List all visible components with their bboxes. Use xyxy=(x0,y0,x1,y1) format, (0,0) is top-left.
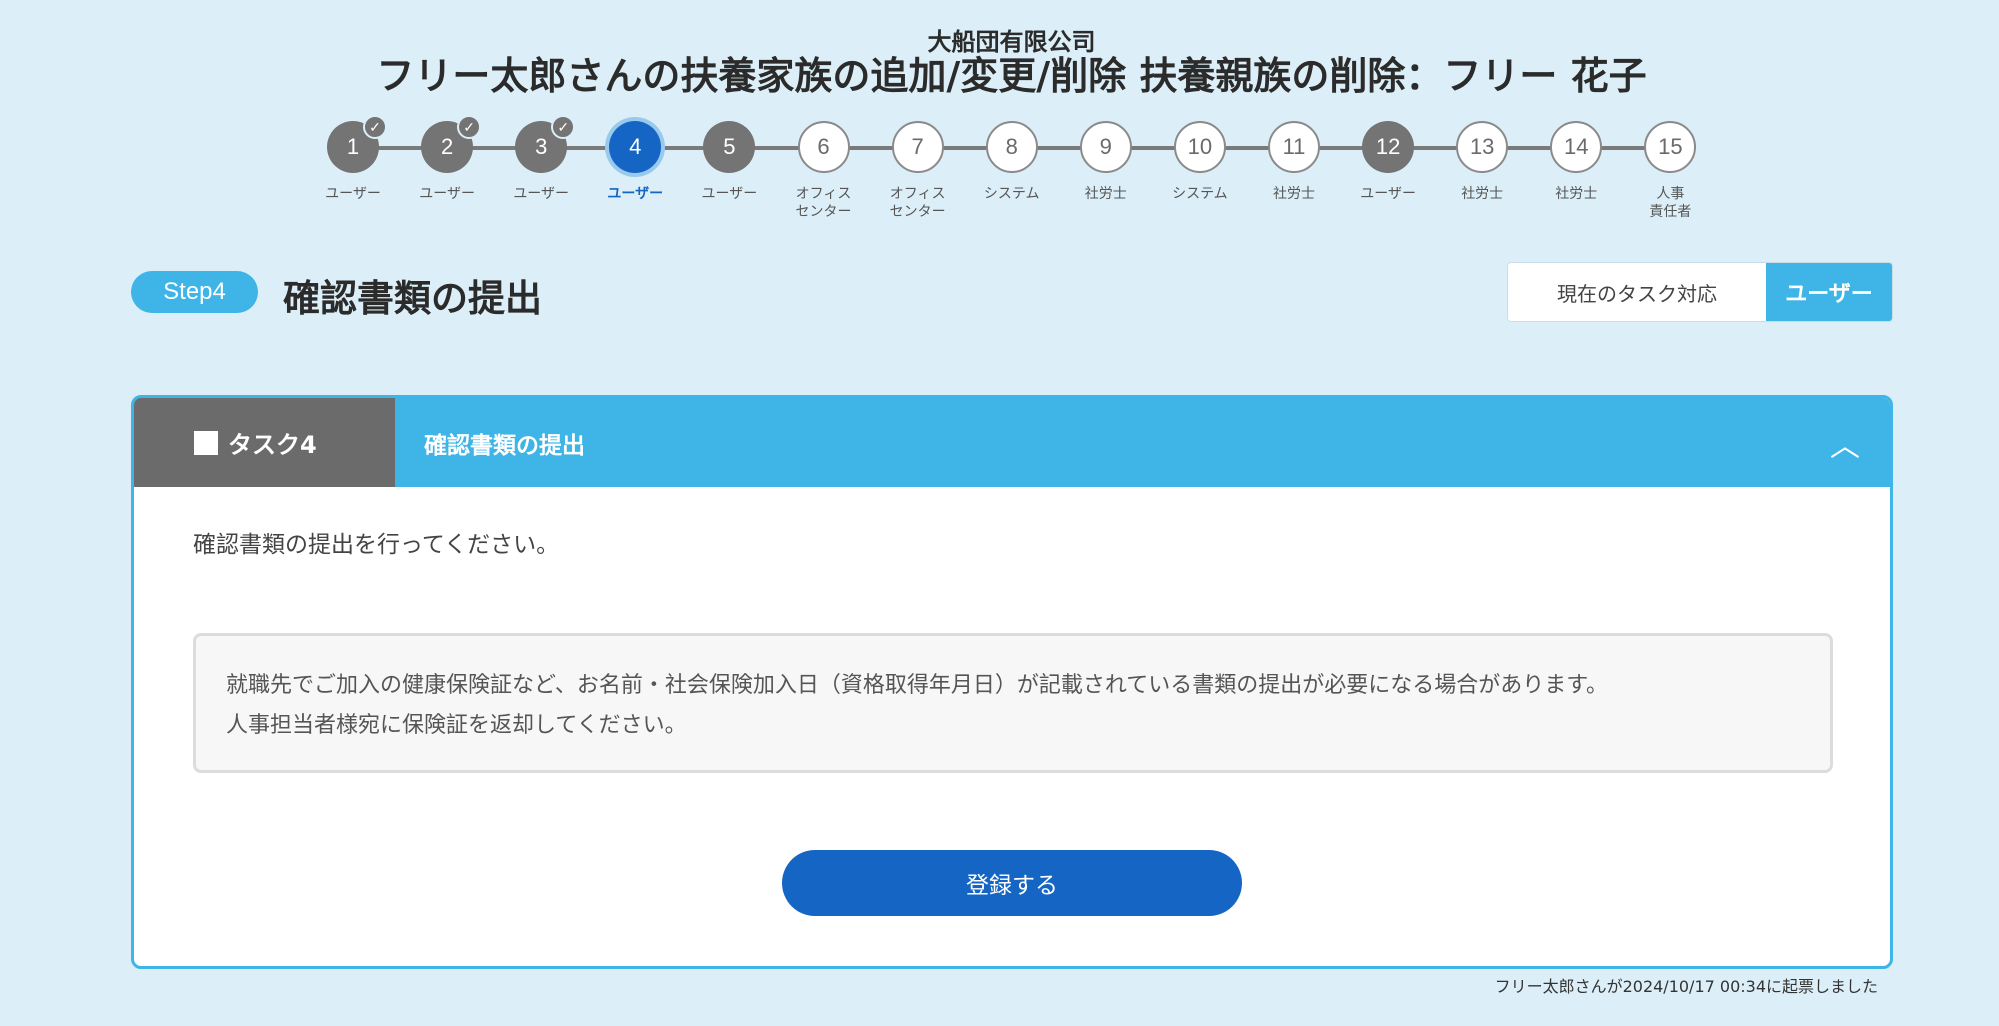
step-number: 13 xyxy=(1469,134,1495,159)
step-12: 12 ユーザー xyxy=(1338,121,1438,203)
task-card: タスク4 確認書類の提出 ︿ 確認書類の提出を行ってください。 就職先でご加入の… xyxy=(131,395,1893,969)
step-2: 2 ✓ ユーザー xyxy=(397,115,497,203)
step-label: ユーザー xyxy=(701,186,758,202)
step-5: 5 ユーザー xyxy=(679,121,779,203)
step-9: 9 社労士 xyxy=(1056,121,1156,203)
page-title: フリー太郎さんの扶養家族の追加/変更/削除 扶養親族の削除：フリー 花子 xyxy=(376,54,1647,98)
step-circle: 12 xyxy=(1362,121,1415,173)
step-circle: 11 xyxy=(1268,121,1320,173)
step-number: 2 xyxy=(440,134,454,159)
step-circle: 9 xyxy=(1079,121,1132,173)
step-number: 3 xyxy=(535,134,548,159)
step-number: 14 xyxy=(1564,134,1589,159)
checkmark-icon: ✓ xyxy=(363,115,387,139)
step-1: 1 ✓ ユーザー xyxy=(303,115,403,203)
checkmark-icon: ✓ xyxy=(551,115,576,139)
step-14: 14 社労士 xyxy=(1526,121,1626,203)
current-task-owner-value: ユーザー xyxy=(1766,263,1892,321)
step-circle: 8 xyxy=(985,121,1038,173)
step-circle: 3 ✓ xyxy=(515,115,576,173)
step-badge: Step4 xyxy=(131,271,258,313)
step-8: 8 システム xyxy=(962,121,1062,203)
checkmark-icon: ✓ xyxy=(457,115,482,139)
task-tag: タスク4 xyxy=(134,398,395,487)
step-6: 6 オフィス センター xyxy=(774,121,874,221)
step-label: ユーザー xyxy=(419,186,475,202)
note-line: 人事担当者様宛に保険証を返却してください。 xyxy=(226,713,687,738)
current-task-owner: 現在のタスク対応 ユーザー xyxy=(1507,262,1893,322)
square-icon xyxy=(194,430,218,455)
step-11: 11 社労士 xyxy=(1244,121,1344,203)
step-label: 社労士 xyxy=(1084,186,1127,202)
step-label: ユーザー xyxy=(513,186,570,202)
step-circle: 2 ✓ xyxy=(421,115,482,173)
step-label: ユーザー xyxy=(325,186,381,202)
step-circle: 10 xyxy=(1173,121,1226,173)
step-number: 8 xyxy=(1005,134,1018,159)
step-15: 15 人事 責任者 xyxy=(1620,121,1720,221)
task-tag-label: タスク4 xyxy=(228,431,317,459)
step-label: ユーザー xyxy=(607,186,664,202)
step-number: 1 xyxy=(346,134,360,159)
step-circle: 4 xyxy=(609,121,662,173)
step-label: システム xyxy=(1172,186,1228,202)
step-number: 15 xyxy=(1658,134,1683,159)
chevron-up-icon[interactable]: ︿ xyxy=(1800,398,1890,487)
step-number: 5 xyxy=(723,134,736,159)
step-label: オフィス センター xyxy=(795,186,852,220)
step-label: システム xyxy=(983,186,1040,202)
step-label: 社労士 xyxy=(1461,186,1504,202)
step-number: 6 xyxy=(817,134,830,159)
current-task-owner-label: 現在のタスク対応 xyxy=(1508,263,1766,321)
step-circle: 13 xyxy=(1456,121,1509,173)
note-box: 就職先でご加入の健康保険証など、お名前・社会保険加入日（資格取得年月日）が記載さ… xyxy=(193,633,1833,773)
step-number: 9 xyxy=(1099,134,1112,159)
step-number: 4 xyxy=(629,134,642,159)
task-instruction: 確認書類の提出を行ってください。 xyxy=(193,532,560,558)
created-by-info: フリー太郎さんが2024/10/17 00:34に起票しました xyxy=(1494,977,1878,996)
step-heading: 確認書類の提出 xyxy=(283,277,542,320)
step-circle: 5 xyxy=(703,121,756,173)
step-label: オフィス センター xyxy=(889,186,946,220)
step-number: 12 xyxy=(1375,134,1401,159)
task-card-body: 確認書類の提出を行ってください。 就職先でご加入の健康保険証など、お名前・社会保… xyxy=(134,487,1890,966)
step-circle: 7 xyxy=(891,121,944,173)
register-button[interactable]: 登録する xyxy=(782,850,1242,916)
step-circle: 6 xyxy=(797,121,850,173)
step-10: 10 システム xyxy=(1150,121,1250,203)
step-circle: 14 xyxy=(1550,121,1603,173)
task-card-title: 確認書類の提出 xyxy=(424,432,585,459)
step-number: 7 xyxy=(911,134,924,159)
step-label: 人事 責任者 xyxy=(1649,186,1692,220)
step-circle: 1 ✓ xyxy=(327,115,387,173)
step-label: ユーザー xyxy=(1360,186,1416,202)
step-7: 7 オフィス センター xyxy=(868,121,968,221)
step-4: 4 ユーザー xyxy=(585,121,685,203)
step-label: 社労士 xyxy=(1555,186,1598,202)
step-label: 社労士 xyxy=(1273,186,1315,202)
step-circle: 15 xyxy=(1644,121,1697,173)
note-line: 就職先でご加入の健康保険証など、お名前・社会保険加入日（資格取得年月日）が記載さ… xyxy=(226,673,1609,698)
task-card-header[interactable]: タスク4 確認書類の提出 ︿ xyxy=(134,398,1890,487)
step-number: 11 xyxy=(1282,134,1306,159)
step-13: 13 社労士 xyxy=(1432,121,1532,203)
step-3: 3 ✓ ユーザー xyxy=(491,115,591,203)
step-number: 10 xyxy=(1187,134,1213,159)
